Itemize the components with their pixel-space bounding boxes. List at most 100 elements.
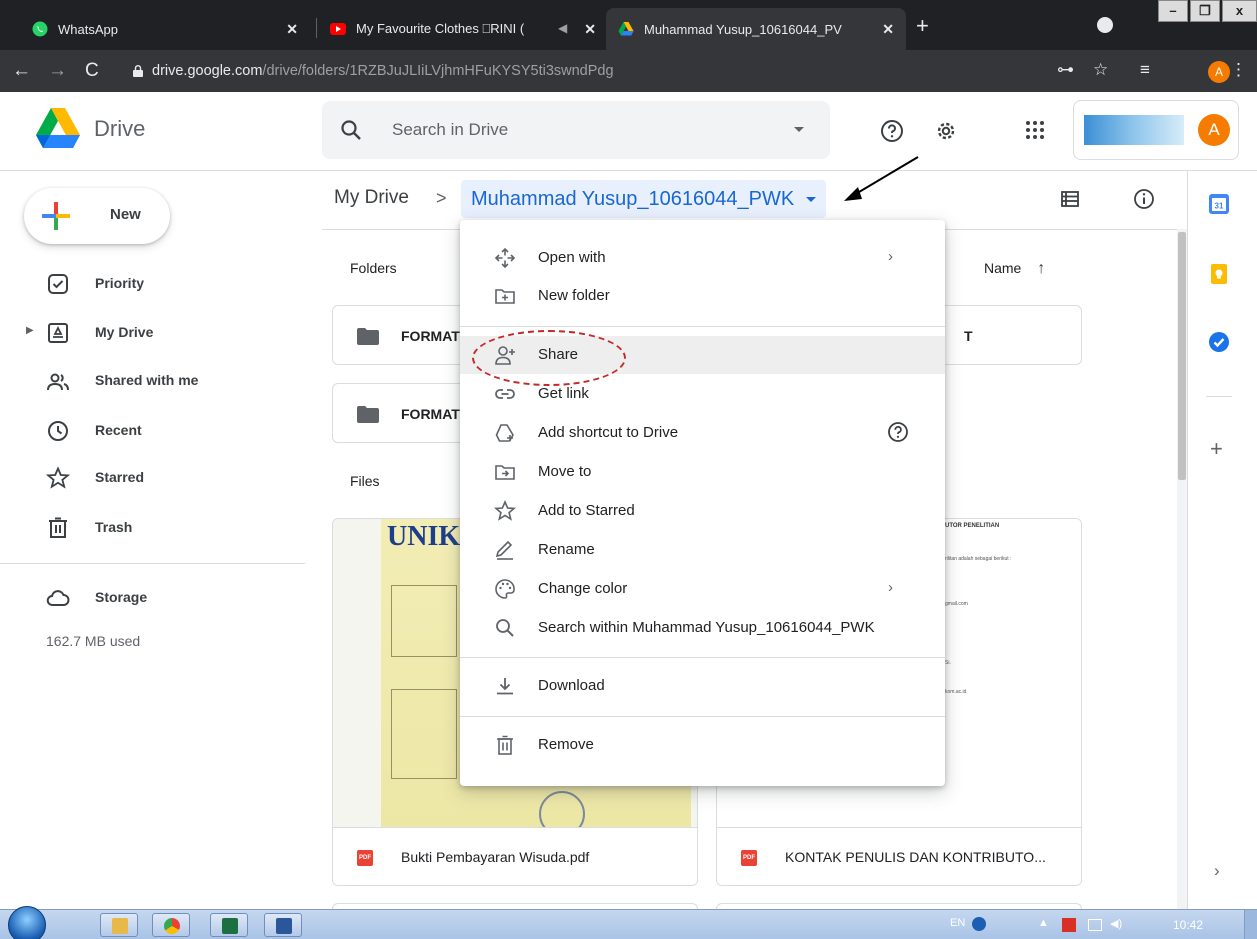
close-window-button[interactable]: x — [1222, 0, 1257, 22]
menu-item-new-folder[interactable]: New folder — [460, 278, 945, 314]
taskbar-excel-button[interactable] — [210, 913, 248, 937]
volume-icon[interactable]: ◀) — [1110, 917, 1122, 930]
menu-divider — [460, 657, 945, 658]
scrollbar-thumb[interactable] — [1178, 232, 1186, 480]
help-icon[interactable] — [887, 421, 909, 443]
account-avatar[interactable]: A — [1198, 114, 1230, 146]
reload-icon[interactable]: C — [85, 60, 99, 82]
get-addons-icon[interactable]: + — [1210, 436, 1223, 462]
new-tab-icon[interactable]: + — [916, 13, 929, 39]
breadcrumb-current-folder[interactable]: Muhammad Yusup_10616044_PWK — [461, 180, 827, 218]
thumbnail-text: gmail.com — [945, 601, 968, 607]
sort-by-name-button[interactable]: Name ↑ — [984, 260, 1045, 278]
help-icon[interactable] — [880, 119, 904, 143]
file-name: KONTAK PENULIS DAN KONTRIBUTO... — [785, 849, 1046, 865]
action-center-icon[interactable] — [1062, 918, 1076, 932]
sidebar-item-trash[interactable]: Trash — [0, 508, 305, 548]
submenu-arrow-icon: › — [888, 248, 893, 265]
expand-arrow-icon[interactable]: ▶ — [26, 325, 34, 336]
language-indicator[interactable]: EN — [950, 917, 965, 929]
audio-icon[interactable]: ◀︎ — [558, 21, 567, 35]
sidebar-item-priority[interactable]: Priority — [0, 264, 305, 304]
windows-start-icon[interactable] — [8, 906, 46, 939]
search-input[interactable]: Search in Drive — [392, 120, 508, 140]
sidebar-item-shared-with-me[interactable]: Shared with me — [0, 362, 305, 402]
sidebar-item-label: Trash — [95, 519, 133, 535]
menu-item-change-color[interactable]: Change color › — [460, 571, 945, 607]
drive-header: Drive Search in Drive A — [0, 92, 1257, 171]
tab-title: Muhammad Yusup_10616044_PV — [644, 21, 842, 37]
show-hidden-icons-icon[interactable]: ▲ — [1038, 917, 1049, 929]
menu-item-label: Change color — [538, 580, 628, 597]
thumbnail-form-box — [391, 689, 457, 779]
sidebar-item-starred[interactable]: Starred — [0, 458, 305, 498]
new-button[interactable]: New — [24, 188, 170, 244]
info-icon[interactable] — [1133, 188, 1155, 210]
close-icon[interactable]: ✕ — [584, 21, 596, 38]
expand-panel-icon[interactable]: › — [1214, 861, 1220, 881]
thumbnail-text: UTOR PENELITIAN — [945, 523, 1000, 529]
key-icon[interactable]: ⊶ — [1057, 60, 1074, 80]
search-icon[interactable] — [340, 119, 362, 141]
taskbar-word-button[interactable] — [264, 913, 302, 937]
back-icon[interactable]: ← — [12, 60, 31, 82]
thumbnail-text: rilitan adalah sebagai berikut : — [945, 556, 1012, 562]
bookmark-star-icon[interactable]: ☆ — [1093, 60, 1108, 80]
menu-item-open-with[interactable]: Open with › — [460, 240, 945, 276]
tasks-icon[interactable] — [1208, 331, 1230, 353]
tab-youtube[interactable]: My Favourite Clothes ⎕RINI ( ◀︎ ✕ — [318, 8, 608, 50]
network-icon[interactable] — [1088, 919, 1102, 931]
pdf-icon: PDF — [741, 850, 757, 866]
media-control-icon[interactable]: ≡ — [1140, 60, 1150, 80]
taskbar-chrome-button[interactable] — [152, 913, 190, 937]
tab-whatsapp[interactable]: WhatsApp ✕ — [20, 8, 310, 50]
sidebar-item-my-drive[interactable]: ▶ My Drive — [0, 313, 305, 353]
restore-button[interactable]: ❐ — [1190, 0, 1220, 22]
drive-logo-icon[interactable] — [36, 108, 80, 148]
list-view-icon[interactable] — [1061, 191, 1079, 207]
svg-text:31: 31 — [1215, 202, 1224, 211]
show-desktop-button[interactable] — [1244, 910, 1257, 939]
menu-item-move-to[interactable]: Move to — [460, 454, 945, 490]
keep-icon[interactable] — [1208, 263, 1230, 285]
clock[interactable]: 10:42 — [1173, 918, 1203, 932]
thumbnail-text: Si. — [945, 660, 951, 666]
close-icon[interactable]: ✕ — [286, 21, 298, 38]
star-icon — [494, 500, 516, 521]
sidebar-item-label: Priority — [95, 275, 145, 291]
sort-label: Name — [984, 260, 1022, 276]
calendar-icon[interactable]: 31 — [1208, 193, 1230, 215]
chrome-menu-icon[interactable]: ⋮ — [1230, 60, 1247, 80]
sidebar-item-recent[interactable]: Recent — [0, 411, 305, 451]
tab-title: WhatsApp — [58, 21, 118, 37]
menu-item-add-shortcut[interactable]: Add shortcut to Drive — [460, 415, 945, 451]
breadcrumb-my-drive[interactable]: My Drive — [334, 187, 409, 209]
chrome-icon — [164, 918, 180, 934]
browser-tab-strip: WhatsApp ✕ My Favourite Clothes ⎕RINI ( … — [0, 0, 1257, 50]
chrome-profile-icon[interactable] — [1097, 17, 1113, 33]
apps-grid-icon[interactable] — [1024, 119, 1046, 141]
search-options-icon[interactable] — [794, 127, 804, 132]
close-icon[interactable]: ✕ — [882, 21, 894, 38]
settings-gear-icon[interactable] — [934, 119, 958, 143]
menu-item-label: Get link — [538, 385, 589, 402]
account-switcher[interactable]: A — [1073, 100, 1239, 160]
menu-item-search-within[interactable]: Search within Muhammad Yusup_10616044_PW… — [460, 610, 945, 646]
youtube-icon — [330, 21, 346, 37]
sidebar-divider — [0, 563, 305, 564]
minimize-button[interactable]: – — [1158, 0, 1188, 22]
search-bar[interactable]: Search in Drive — [322, 101, 830, 159]
menu-item-add-to-starred[interactable]: Add to Starred — [460, 493, 945, 529]
menu-item-rename[interactable]: Rename — [460, 532, 945, 568]
tab-drive-active[interactable]: Muhammad Yusup_10616044_PV ✕ — [606, 8, 906, 50]
menu-item-download[interactable]: Download — [460, 668, 945, 704]
forward-icon[interactable]: → — [48, 60, 67, 82]
menu-item-label: Remove — [538, 736, 594, 753]
address-bar[interactable]: drive.google.com/drive/folders/1RZBJuJLI… — [130, 56, 1040, 86]
help-tray-icon[interactable] — [972, 917, 986, 931]
browser-profile-avatar[interactable]: A — [1208, 61, 1230, 83]
sidebar-item-storage[interactable]: Storage — [0, 578, 305, 618]
taskbar-explorer-button[interactable] — [100, 913, 138, 937]
menu-item-remove[interactable]: Remove — [460, 727, 945, 763]
lock-icon — [133, 65, 143, 77]
